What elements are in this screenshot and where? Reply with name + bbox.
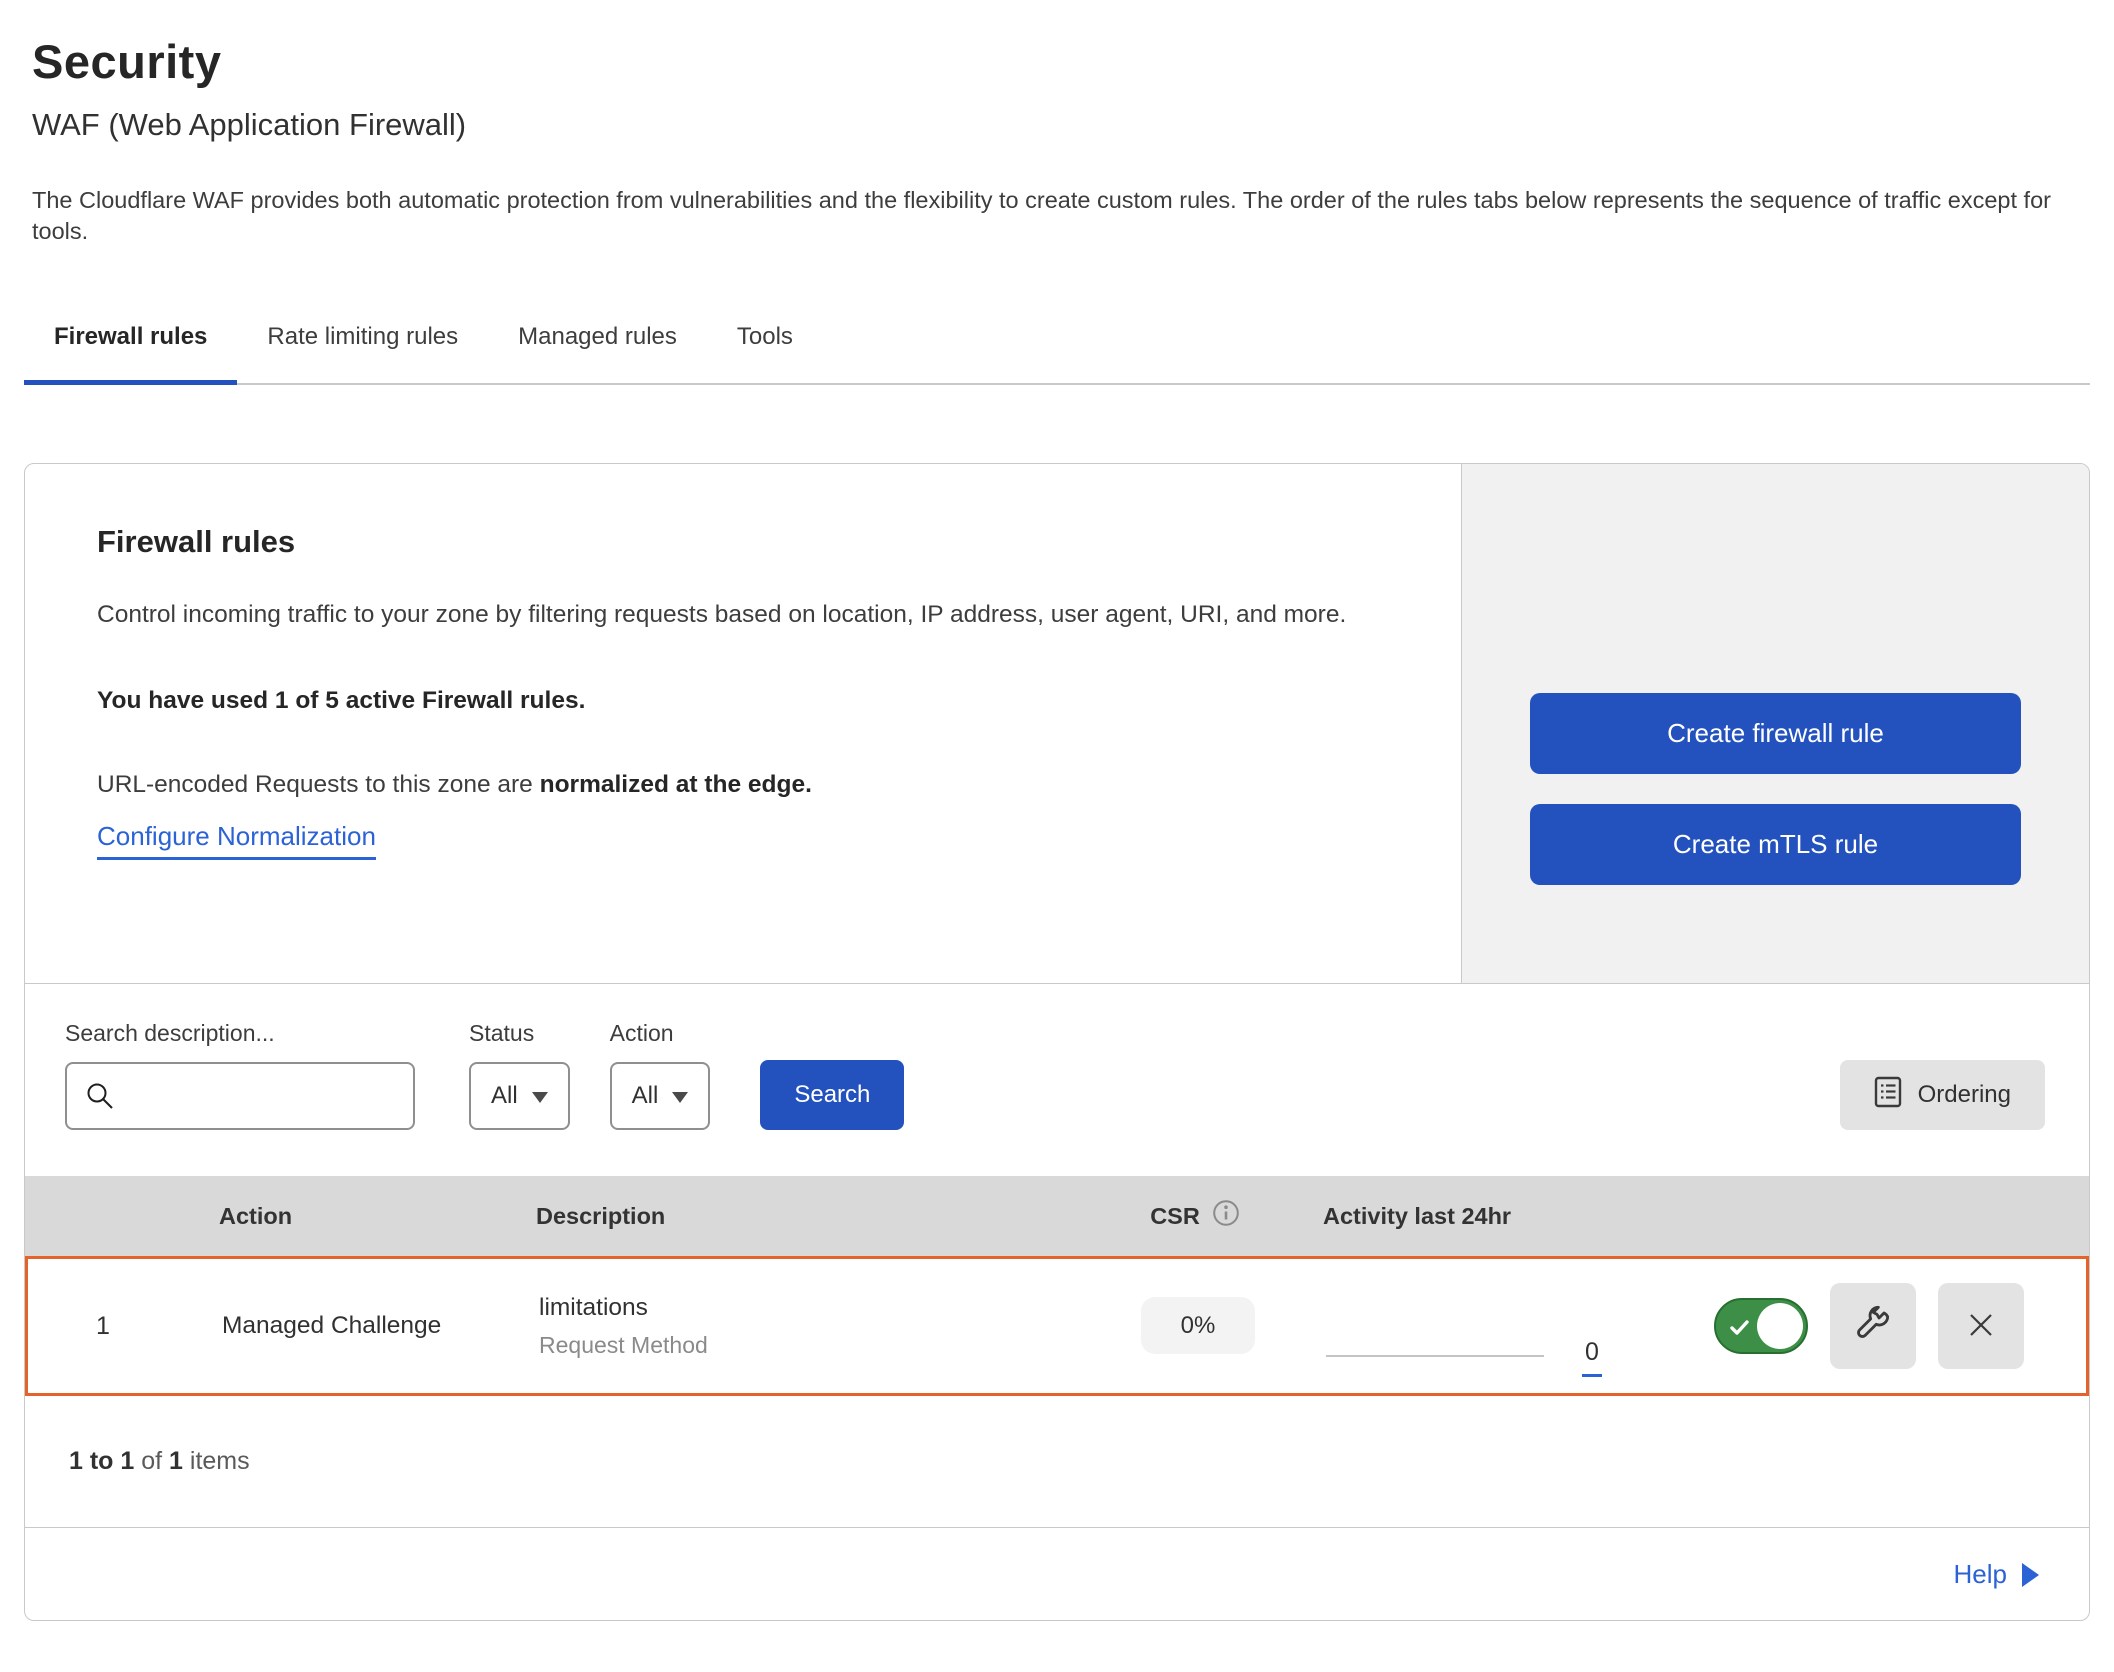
- header-csr: CSR: [1150, 1199, 1240, 1233]
- activity-count-link[interactable]: 0: [1582, 1338, 1602, 1377]
- filter-bar: Search description... Status All Action: [25, 984, 2089, 1176]
- create-rule-panel: Create firewall rule Create mTLS rule: [1461, 464, 2089, 983]
- ordering-button[interactable]: Ordering: [1840, 1060, 2045, 1130]
- status-selected-value: All: [491, 1082, 518, 1110]
- create-firewall-rule-button[interactable]: Create firewall rule: [1530, 693, 2021, 774]
- caret-down-icon: [532, 1092, 548, 1103]
- table-pagination-summary: 1 to 1 of 1 items: [25, 1396, 2089, 1528]
- action-selected-value: All: [632, 1082, 659, 1110]
- search-box: [65, 1062, 415, 1130]
- page-subtitle: WAF (Web Application Firewall): [32, 107, 2090, 143]
- search-group: Search description...: [65, 1020, 415, 1130]
- rule-activity-cell: 0: [1298, 1259, 1648, 1393]
- items-range: 1 to 1: [69, 1447, 134, 1476]
- csr-badge: 0%: [1141, 1297, 1256, 1354]
- rule-order-number: 1: [96, 1312, 110, 1341]
- edit-rule-button[interactable]: [1830, 1283, 1916, 1369]
- firewall-rules-summary-section: Firewall rules Control incoming traffic …: [25, 464, 2089, 984]
- status-filter-group: Status All: [469, 1020, 570, 1130]
- page-title: Security: [32, 34, 2090, 89]
- rule-action: Managed Challenge: [178, 1312, 508, 1340]
- rule-controls: [1648, 1283, 2086, 1369]
- header-activity: Activity last 24hr: [1295, 1203, 1645, 1230]
- items-total: 1: [169, 1447, 183, 1476]
- firewall-rules-info: Firewall rules Control incoming traffic …: [25, 464, 1461, 983]
- search-label: Search description...: [65, 1020, 415, 1047]
- rule-description: limitations: [539, 1294, 1098, 1322]
- tab-tools[interactable]: Tools: [707, 309, 823, 383]
- rule-csr-cell: 0%: [1141, 1312, 1256, 1340]
- delete-rule-button[interactable]: [1938, 1283, 2024, 1369]
- card-description: Control incoming traffic to your zone by…: [97, 594, 1421, 635]
- header-action: Action: [175, 1203, 505, 1230]
- status-label: Status: [469, 1020, 570, 1047]
- rule-description-sub: Request Method: [539, 1332, 1098, 1359]
- caret-down-icon: [672, 1092, 688, 1103]
- card-help-row: Help: [25, 1528, 2089, 1620]
- action-label: Action: [610, 1020, 711, 1047]
- search-button[interactable]: Search: [760, 1060, 904, 1130]
- firewall-rules-card: Firewall rules Control incoming traffic …: [24, 463, 2090, 1621]
- waf-tab-bar: Firewall rules Rate limiting rules Manag…: [24, 309, 2090, 385]
- normalization-text: URL-encoded Requests to this zone are: [97, 771, 540, 798]
- configure-normalization-link[interactable]: Configure Normalization: [97, 821, 376, 860]
- help-link[interactable]: Help: [1954, 1559, 2039, 1590]
- header-description: Description: [505, 1203, 1095, 1230]
- rule-description-cell: limitations Request Method: [508, 1294, 1098, 1359]
- tab-firewall-rules[interactable]: Firewall rules: [24, 309, 237, 383]
- status-select[interactable]: All: [469, 1062, 570, 1130]
- ordering-button-label: Ordering: [1918, 1081, 2011, 1109]
- action-filter-group: Action All: [610, 1020, 711, 1130]
- rules-table-header: Action Description CSR Activity last 24h…: [25, 1176, 2089, 1256]
- items-of-text: of: [134, 1447, 169, 1476]
- page-description: The Cloudflare WAF provides both automat…: [32, 185, 2077, 247]
- help-link-label: Help: [1954, 1559, 2007, 1590]
- items-suffix: items: [183, 1447, 250, 1476]
- activity-sparkline: [1326, 1355, 1544, 1357]
- info-icon[interactable]: [1212, 1199, 1240, 1233]
- action-select[interactable]: All: [610, 1062, 711, 1130]
- ordered-list-icon: [1874, 1076, 1902, 1115]
- tab-managed-rules[interactable]: Managed rules: [488, 309, 707, 383]
- card-heading: Firewall rules: [97, 524, 1421, 560]
- rule-enabled-toggle[interactable]: [1714, 1298, 1808, 1354]
- wrench-icon: [1853, 1305, 1893, 1348]
- table-row-rule-1: 1 Managed Challenge limitations Request …: [25, 1256, 2089, 1396]
- security-waf-page: Security WAF (Web Application Firewall) …: [0, 34, 2114, 1621]
- create-mtls-rule-button[interactable]: Create mTLS rule: [1530, 804, 2021, 885]
- search-input[interactable]: [65, 1062, 415, 1130]
- close-icon: [1965, 1309, 1997, 1344]
- tab-rate-limiting-rules[interactable]: Rate limiting rules: [237, 309, 488, 383]
- normalization-bold-text: normalized at the edge.: [540, 771, 812, 798]
- arrow-right-icon: [2022, 1563, 2039, 1587]
- check-icon: [1729, 1317, 1751, 1345]
- normalization-note: URL-encoded Requests to this zone are no…: [97, 771, 1421, 799]
- header-csr-label: CSR: [1150, 1203, 1200, 1230]
- toggle-knob: [1757, 1303, 1803, 1349]
- usage-summary: You have used 1 of 5 active Firewall rul…: [97, 687, 1421, 715]
